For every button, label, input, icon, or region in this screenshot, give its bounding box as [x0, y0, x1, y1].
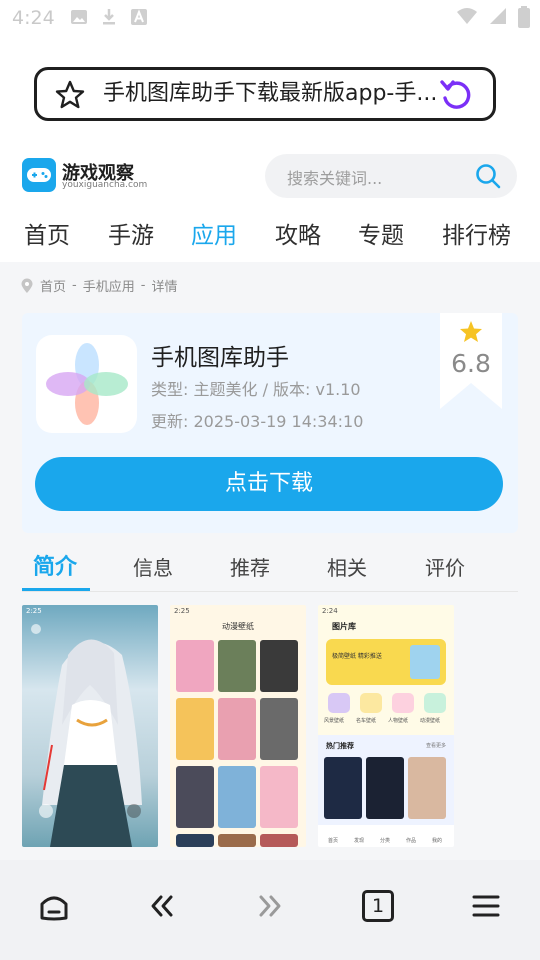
screenshot-3[interactable]: 2:24 图片库 极简壁纸 精彩推送 风景壁纸 名车壁纸 人物壁纸 动漫壁纸 热… [318, 605, 454, 847]
shot2-status-time: 2:25 [174, 607, 190, 615]
tab-reviews[interactable]: 评价 [425, 552, 465, 581]
download-icon [103, 9, 115, 25]
screenshot-1[interactable]: 2:25 [22, 605, 158, 847]
app-card: 手机图库助手 类型: 主题美化 / 版本: v1.10 更新: 2025-03-… [22, 313, 518, 533]
browser-bottom-bar: 1 [0, 860, 540, 960]
browser-toolbar: 手机图库助手下载最新版app-手... [0, 36, 540, 142]
reload-icon[interactable] [439, 78, 471, 112]
shot1-status-time: 2:25 [26, 607, 42, 615]
shot3-category-2: 名车壁纸 [356, 718, 377, 724]
tab-recommend[interactable]: 推荐 [230, 552, 270, 581]
active-tab-underline [22, 588, 90, 591]
tab-intro[interactable]: 简介 [33, 549, 77, 581]
nav-home[interactable]: 首页 [24, 216, 70, 250]
image-icon [71, 10, 87, 24]
anime-illustration [31, 624, 142, 847]
signal-icon [490, 8, 506, 24]
search-input[interactable]: 搜索关键词... [265, 154, 517, 198]
shot3-more: 查看更多 [425, 743, 446, 749]
shot3-banner: 极简壁纸 精彩推送 [326, 639, 446, 685]
nav-guides[interactable]: 攻略 [275, 216, 321, 250]
status-right-icons [456, 6, 530, 28]
status-time: 4:24 [12, 7, 55, 29]
shot3-category-4: 动漫壁纸 [420, 718, 441, 724]
breadcrumb-apps[interactable]: 手机应用 [83, 276, 135, 295]
detail-tabs: 简介 信息 推荐 相关 评价 [22, 540, 518, 592]
site-header: 游戏观察 youxiguancha.com 搜索关键词... 首页 手游 应用 … [0, 142, 540, 262]
app-update-time: 更新: 2025-03-19 14:34:10 [151, 412, 364, 431]
nav-topics[interactable]: 专题 [358, 216, 404, 250]
download-button[interactable]: 点击下载 [35, 457, 503, 511]
site-logo-domain: youxiguancha.com [62, 180, 148, 190]
tab-related[interactable]: 相关 [327, 552, 367, 581]
shot3-status-time: 2:24 [322, 607, 338, 615]
a-icon [131, 9, 147, 25]
double-chevron-right-icon [259, 895, 281, 917]
screenshot-2[interactable]: 2:25 动漫壁纸 [170, 605, 306, 847]
web-page: 游戏观察 youxiguancha.com 搜索关键词... 首页 手游 应用 … [0, 142, 540, 860]
app-meta: 类型: 主题美化 / 版本: v1.10 [151, 380, 361, 399]
shot3-banner-text: 极简壁纸 精彩推送 [332, 653, 382, 660]
nav-apps[interactable]: 应用 [191, 216, 237, 250]
search-icon[interactable] [475, 163, 501, 189]
wallpaper-grid [176, 640, 298, 847]
breadcrumb-current: 详情 [151, 280, 178, 295]
shot3-category-row: 风景壁纸 名车壁纸 人物壁纸 动漫壁纸 [324, 693, 448, 733]
search-placeholder: 搜索关键词... [287, 169, 383, 188]
app-rating: 6.8 [451, 349, 491, 378]
shot2-title: 动漫壁纸 [222, 622, 254, 631]
back-button[interactable] [142, 886, 182, 926]
breadcrumb-separator: - [140, 278, 146, 293]
bookmark-star-icon[interactable] [55, 80, 85, 110]
screenshot-gallery: 2:25 2:25 动漫壁纸 2:24 图片库 极简壁纸 精彩推送 风景壁纸 名… [22, 605, 518, 847]
shot3-category-3: 人物壁纸 [388, 718, 409, 724]
menu-button[interactable] [466, 886, 506, 926]
breadcrumb: 首页 - 手机应用 - 详情 [20, 276, 183, 295]
tab-info[interactable]: 信息 [133, 552, 173, 581]
status-left-icons [70, 8, 148, 26]
shot3-hot-section: 热门推荐 查看更多 首页 发现 分类 作品 我的 [318, 735, 454, 847]
address-bar[interactable]: 手机图库助手下载最新版app-手... [34, 67, 496, 121]
status-bar: 4:24 [0, 0, 540, 36]
site-logo-icon[interactable] [22, 158, 56, 192]
shot3-title: 图片库 [332, 622, 356, 631]
tabs-button[interactable]: 1 [358, 886, 398, 926]
shot3-hot-title: 热门推荐 [326, 742, 354, 750]
app-icon [36, 335, 137, 433]
breadcrumb-separator: - [72, 278, 77, 293]
tab-count: 1 [362, 890, 394, 922]
hamburger-menu-icon [472, 895, 500, 917]
home-icon [40, 896, 68, 921]
app-name: 手机图库助手 [151, 345, 289, 371]
forward-button[interactable] [250, 886, 290, 926]
battery-icon [518, 6, 530, 28]
shot3-category-1: 风景壁纸 [324, 718, 345, 724]
wifi-icon [457, 8, 477, 24]
nav-games[interactable]: 手游 [108, 216, 154, 250]
breadcrumb-home[interactable]: 首页 [40, 276, 66, 295]
nav-rankings[interactable]: 排行榜 [442, 216, 511, 250]
main-nav: 首页 手游 应用 攻略 专题 排行榜 [0, 212, 540, 252]
address-bar-text[interactable]: 手机图库助手下载最新版app-手... [103, 80, 447, 108]
banner-image [410, 645, 440, 679]
double-chevron-left-icon [151, 895, 173, 917]
location-pin-icon [21, 278, 33, 293]
home-button[interactable] [34, 886, 74, 926]
shot3-bottom-nav: 首页 发现 分类 作品 我的 [318, 825, 454, 847]
